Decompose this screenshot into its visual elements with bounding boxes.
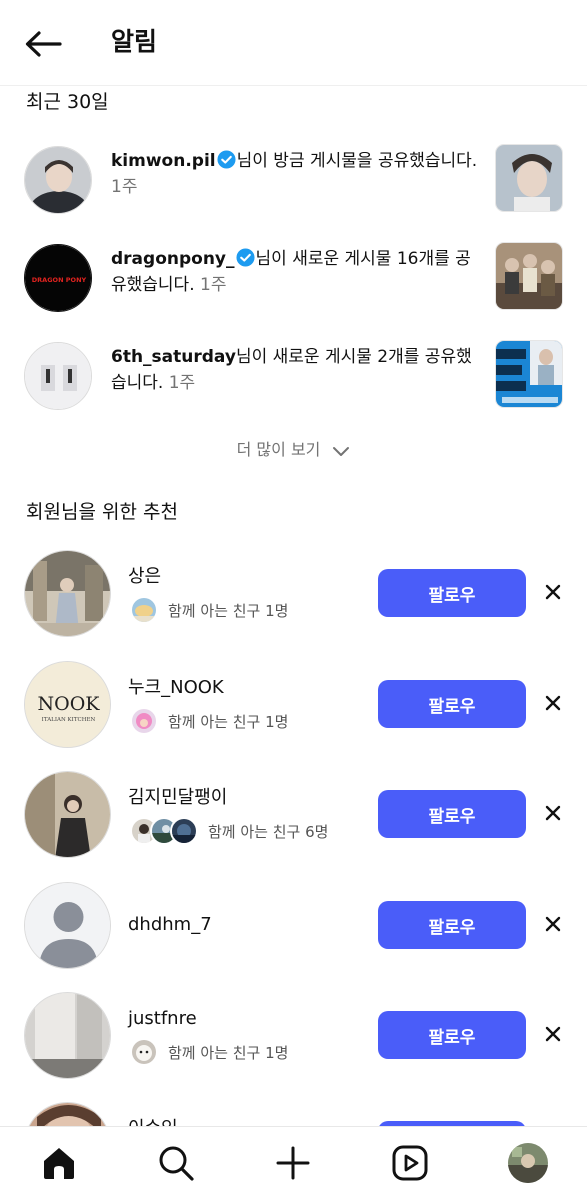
notification-username[interactable]: 6th_saturday [111, 347, 236, 367]
mutual-friend-avatar [170, 817, 198, 845]
mutual-friends-text: 함께 아는 친구 1명 [168, 712, 289, 731]
nav-create[interactable] [273, 1143, 313, 1183]
profile-avatar [508, 1143, 548, 1183]
home-icon [44, 1148, 74, 1179]
avatar[interactable] [24, 342, 92, 410]
notifications-screen: 알림 최근 30일 kimwon.pil 님이 방금 게시물을 공유했습니다. 1… [0, 0, 587, 1200]
dismiss-button[interactable] [540, 800, 566, 826]
dismiss-button[interactable] [540, 579, 566, 605]
avatar-logo-subtext: ITALIAN KITCHEN [42, 717, 96, 723]
back-button[interactable] [22, 24, 64, 64]
notification-text: kimwon.pil 님이 방금 게시물을 공유했습니다. 1주 [111, 148, 481, 200]
avatar[interactable]: NOOK ITALIAN KITCHEN [24, 661, 111, 748]
suggestion-name[interactable]: 김지민달팽이 [128, 785, 227, 811]
suggestion-item[interactable]: dhdhm_7 팔로우 [0, 875, 587, 975]
suggestion-name[interactable]: 상은 [128, 564, 161, 590]
see-more-button[interactable]: 더 많이 보기 [0, 436, 587, 467]
chevron-down-icon [332, 439, 350, 467]
verified-badge-icon [217, 150, 236, 169]
dismiss-button[interactable] [540, 690, 566, 716]
nav-search[interactable] [156, 1143, 196, 1183]
close-icon [545, 916, 561, 932]
mutual-friends-text: 함께 아는 친구 1명 [168, 601, 289, 620]
post-thumbnail[interactable] [495, 242, 563, 310]
notification-item[interactable]: kimwon.pil 님이 방금 게시물을 공유했습니다. 1주 [0, 140, 587, 220]
follow-button[interactable]: 팔로우 [378, 680, 526, 728]
mutual-friends: 함께 아는 친구 1명 [130, 1038, 288, 1066]
notification-message: 님이 방금 게시물을 공유했습니다. [236, 151, 478, 171]
avatar[interactable] [24, 550, 111, 637]
avatar-logo-text: DRAGON PONY [32, 276, 87, 284]
avatar[interactable] [24, 882, 111, 969]
mutual-friends: 함께 아는 친구 6명 [130, 817, 328, 845]
plus-icon [276, 1146, 310, 1180]
notification-username[interactable]: kimwon.pil [111, 151, 216, 171]
arrow-left-icon [25, 31, 62, 57]
nav-home[interactable] [39, 1143, 79, 1183]
mutual-friend-avatar [130, 1038, 158, 1066]
suggestion-item[interactable]: NOOK ITALIAN KITCHEN 누크_NOOK 함께 아는 친구 1명… [0, 654, 587, 754]
notification-item[interactable]: DRAGON PONY dragonpony_ 님이 새로운 게시물 16개를 공… [0, 238, 587, 318]
follow-button[interactable]: 팔로우 [378, 901, 526, 949]
follow-button[interactable]: 팔로우 [378, 1011, 526, 1059]
post-thumbnail[interactable] [495, 144, 563, 212]
bottom-navigation [0, 1126, 587, 1200]
reels-icon [392, 1145, 428, 1181]
notification-text: 6th_saturday님이 새로운 게시물 2개를 공유했습니다. 1주 [111, 344, 481, 396]
mutual-friends: 함께 아는 친구 1명 [130, 596, 288, 624]
verified-badge-icon [235, 248, 255, 267]
suggestion-name[interactable]: 누크_NOOK [128, 675, 224, 701]
notification-item[interactable]: 6th_saturday님이 새로운 게시물 2개를 공유했습니다. 1주 [0, 336, 587, 416]
suggestion-name[interactable]: dhdhm_7 [128, 912, 212, 938]
suggestion-item[interactable]: justfnre 함께 아는 친구 1명 팔로우 [0, 985, 587, 1085]
nav-reels[interactable] [390, 1143, 430, 1183]
see-more-label: 더 많이 보기 [236, 440, 321, 459]
avatar[interactable] [24, 771, 111, 858]
close-icon [545, 1026, 561, 1042]
close-icon [545, 584, 561, 600]
notification-time: 1주 [111, 177, 138, 197]
mutual-friend-avatar [130, 707, 158, 735]
follow-button[interactable]: 팔로우 [378, 569, 526, 617]
notification-text: dragonpony_ 님이 새로운 게시물 16개를 공유했습니다. 1주 [111, 246, 481, 298]
default-avatar-icon [25, 883, 110, 968]
avatar[interactable]: DRAGON PONY [24, 244, 92, 312]
suggestions-heading: 회원님을 위한 추천 [26, 501, 178, 523]
recent-heading: 최근 30일 [26, 91, 109, 113]
notification-time: 1주 [168, 373, 196, 393]
search-icon [159, 1146, 194, 1181]
suggestion-name[interactable]: justfnre [128, 1006, 197, 1032]
suggestion-item[interactable]: 상은 함께 아는 친구 1명 팔로우 [0, 543, 587, 643]
close-icon [545, 695, 561, 711]
avatar[interactable] [24, 992, 111, 1079]
mutual-friends-text: 함께 아는 친구 6명 [208, 822, 329, 841]
notification-username[interactable]: dragonpony_ [111, 249, 235, 269]
notification-time: 1주 [200, 275, 227, 295]
header: 알림 [0, 0, 587, 86]
close-icon [545, 805, 561, 821]
avatar-logo-text: NOOK [38, 693, 101, 715]
suggestion-item[interactable]: 김지민달팽이 함께 아는 친구 6명 팔로우 [0, 764, 587, 864]
post-thumbnail[interactable] [495, 340, 563, 408]
mutual-friends-text: 함께 아는 친구 1명 [168, 1043, 289, 1062]
mutual-friends: 함께 아는 친구 1명 [130, 707, 288, 735]
avatar[interactable] [24, 146, 92, 214]
dismiss-button[interactable] [540, 1021, 566, 1047]
page-title: 알림 [111, 27, 158, 56]
mutual-friend-avatar [130, 596, 158, 624]
nav-profile[interactable] [508, 1143, 548, 1183]
follow-button[interactable]: 팔로우 [378, 790, 526, 838]
dismiss-button[interactable] [540, 911, 566, 937]
